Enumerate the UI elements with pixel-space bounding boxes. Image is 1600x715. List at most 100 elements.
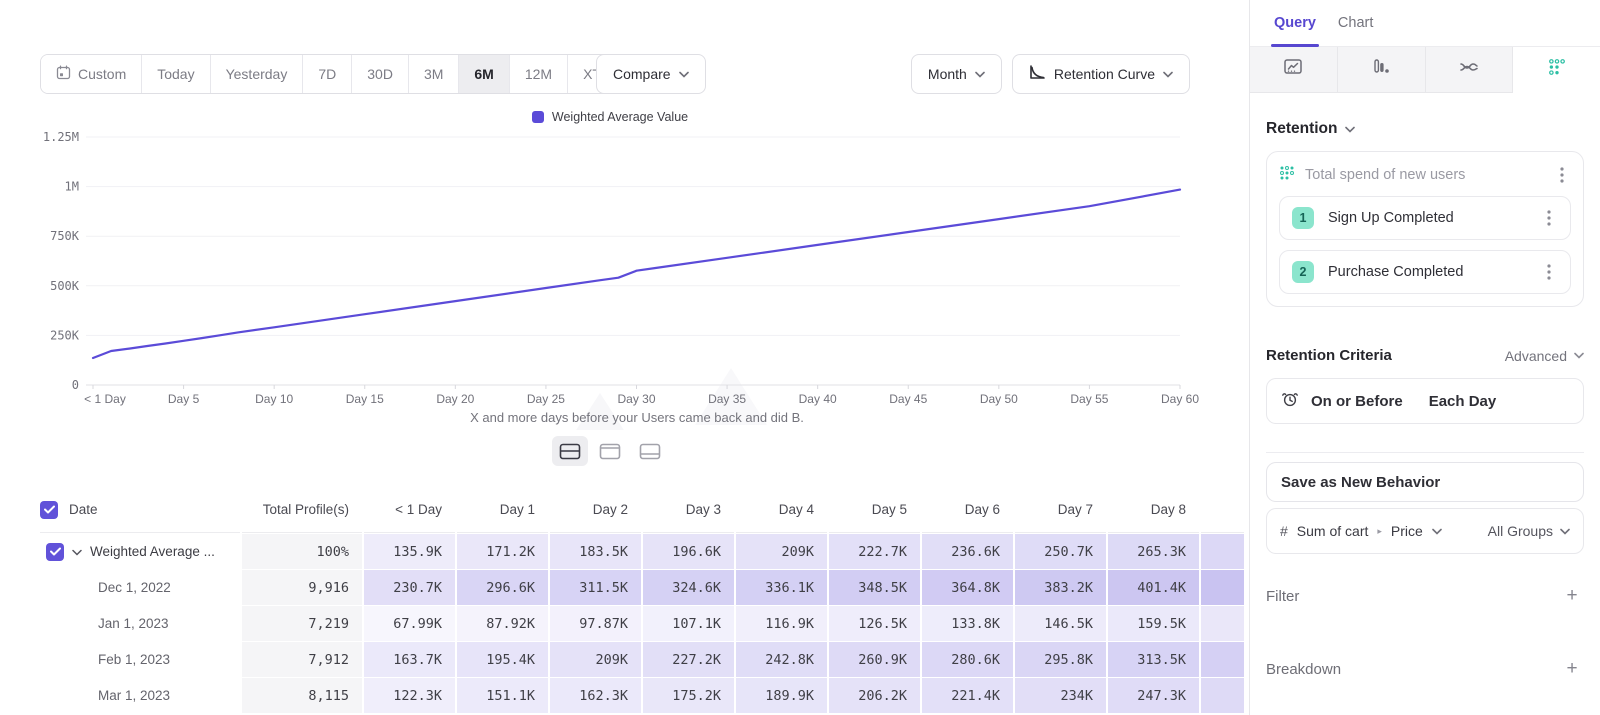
measurement-dropdown[interactable]: # Sum of cart ▸ Price	[1280, 523, 1479, 539]
calendar-icon	[56, 65, 71, 83]
groups-dropdown[interactable]: All Groups	[1488, 523, 1570, 539]
retention-criteria-title: Retention Criteria	[1266, 347, 1505, 364]
step-number-badge: 1	[1292, 207, 1314, 229]
value-cell: 135.9K	[364, 534, 455, 569]
value-cell: 247.3K	[1108, 678, 1199, 713]
step-label: Sign Up Completed	[1328, 210, 1526, 226]
legend-item-weighted-average[interactable]: Weighted Average Value	[532, 110, 688, 124]
breakdown-row: Breakdown +	[1266, 657, 1584, 681]
funnels-icon	[1372, 58, 1390, 81]
chart-only-icon	[599, 443, 621, 460]
chart-type-dropdown[interactable]: Retention Curve	[1012, 54, 1190, 94]
value-cell: 97.87K	[550, 606, 641, 641]
retention-curve-icon	[1029, 65, 1046, 83]
value-cell: 348.5K	[829, 570, 920, 605]
row-label-cell: Feb 1, 2023	[40, 642, 240, 677]
property-arrow-icon: ▸	[1377, 526, 1382, 537]
range-today[interactable]: Today	[142, 55, 210, 93]
panel-tabs: QueryChart	[1250, 0, 1600, 47]
row-checkbox[interactable]	[46, 543, 64, 561]
value-cell: 146.5K	[1015, 606, 1106, 641]
kebab-menu-icon[interactable]	[1540, 263, 1558, 281]
behavior-step-sign-up-completed[interactable]: 1 Sign Up Completed	[1279, 196, 1571, 240]
range-3m[interactable]: 3M	[409, 55, 459, 93]
value-cell: 206.2K	[829, 678, 920, 713]
save-as-new-behavior-button[interactable]: Save as New Behavior	[1266, 462, 1584, 502]
value-cell: 260.9K	[829, 642, 920, 677]
value-cell: 159.5K	[1108, 606, 1199, 641]
range-custom[interactable]: Custom	[41, 55, 142, 93]
x-axis-tick: Day 25	[527, 392, 565, 406]
advanced-dropdown[interactable]: Advanced	[1505, 348, 1584, 364]
criteria-condition-dropdown[interactable]: On or Before	[1311, 393, 1403, 410]
value-cell: 313.5K	[1108, 642, 1199, 677]
interval-label: Month	[928, 66, 967, 82]
value-cell: 107.1K	[643, 606, 734, 641]
report-tab-insights[interactable]	[1250, 47, 1338, 93]
split-view-icon	[559, 443, 581, 460]
behavior-step-purchase-completed[interactable]: 2Purchase Completed	[1279, 250, 1571, 294]
range-label: Today	[157, 66, 194, 82]
x-axis-tick: Day 5	[168, 392, 200, 406]
layout-toggle-table-only[interactable]	[632, 436, 668, 466]
value-cell: 295.8K	[1015, 642, 1106, 677]
select-all-checkbox[interactable]	[40, 501, 58, 519]
value-cell: 221.4K	[922, 678, 1013, 713]
measurement-label: Sum of cart	[1297, 523, 1369, 539]
compare-button[interactable]: Compare	[596, 54, 706, 94]
col-header-label: Date	[58, 502, 98, 517]
y-axis-tick: 1.25M	[43, 130, 79, 144]
range-12m[interactable]: 12M	[510, 55, 568, 93]
toolbar: CustomTodayYesterday7D30D3M6M12MXTD Comp…	[0, 54, 1249, 94]
row-label-cell: Weighted Average ...	[40, 534, 240, 569]
x-axis-tick: Day 45	[889, 392, 927, 406]
tab-query[interactable]: Query	[1263, 0, 1327, 46]
value-cell: 324.6K	[643, 570, 734, 605]
add-filter-button[interactable]: +	[1560, 584, 1584, 608]
tab-chart[interactable]: Chart	[1327, 0, 1384, 46]
retention-icon	[1548, 58, 1566, 81]
kebab-menu-icon[interactable]	[1540, 209, 1558, 227]
kebab-menu-icon[interactable]	[1553, 166, 1571, 184]
partial-value-cell	[1201, 606, 1244, 641]
expand-chevron-icon[interactable]	[72, 544, 82, 559]
total-profiles-cell: 8,115	[242, 678, 362, 713]
report-tab-funnels[interactable]	[1338, 47, 1426, 93]
chevron-down-icon	[1345, 126, 1355, 133]
total-profiles-cell: 7,912	[242, 642, 362, 677]
range-label: Custom	[78, 66, 126, 82]
compare-label: Compare	[613, 66, 671, 82]
y-axis-tick: 250K	[50, 328, 80, 342]
layout-toggle-split-view[interactable]	[552, 436, 588, 466]
x-axis-tick: Day 10	[255, 392, 293, 406]
value-cell: 196.6K	[643, 534, 734, 569]
row-label: Weighted Average ...	[90, 544, 215, 559]
chevron-down-icon	[975, 71, 985, 78]
filter-row: Filter +	[1266, 584, 1584, 608]
criteria-window-dropdown[interactable]: Each Day	[1429, 393, 1497, 410]
legend-swatch	[532, 111, 544, 123]
col-header-total-profile-s: Total Profile(s)	[242, 487, 362, 533]
layout-toggle-chart-only[interactable]	[592, 436, 628, 466]
range-yesterday[interactable]: Yesterday	[211, 55, 304, 93]
add-breakdown-button[interactable]: +	[1560, 657, 1584, 681]
range-6m[interactable]: 6M	[459, 55, 509, 93]
value-cell: 401.4K	[1108, 570, 1199, 605]
row-label: Mar 1, 2023	[98, 688, 170, 703]
partial-value-cell	[1201, 534, 1244, 569]
total-profiles-cell: 9,916	[242, 570, 362, 605]
total-profiles-cell: 7,219	[242, 606, 362, 641]
report-tab-flows[interactable]	[1426, 47, 1514, 93]
value-cell: 163.7K	[364, 642, 455, 677]
value-cell: 162.3K	[550, 678, 641, 713]
value-cell: 265.3K	[1108, 534, 1199, 569]
range-7d[interactable]: 7D	[303, 55, 352, 93]
report-tab-retention[interactable]	[1513, 47, 1600, 93]
range-30d[interactable]: 30D	[352, 55, 409, 93]
interval-dropdown[interactable]: Month	[911, 54, 1002, 94]
retention-section-header[interactable]: Retention	[1266, 120, 1584, 138]
legend-label: Weighted Average Value	[552, 110, 688, 124]
value-cell: 171.2K	[457, 534, 548, 569]
col-header-date: Date	[40, 487, 240, 533]
retention-dots-icon	[1279, 165, 1295, 186]
